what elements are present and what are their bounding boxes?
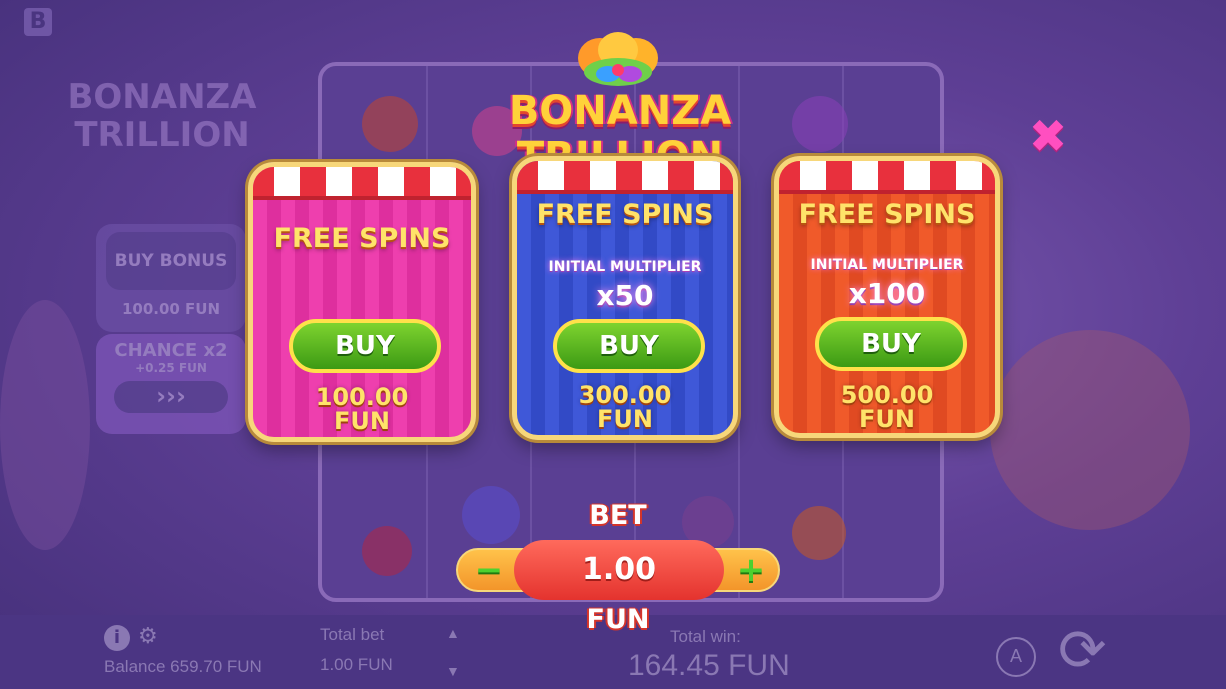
card-title: FREE SPINS [273, 223, 451, 254]
chance-label: CHANCE x2 [114, 340, 228, 361]
buy-button-100[interactable]: BUY [289, 319, 441, 373]
awning [779, 161, 995, 194]
card-price-amount: 300.00 [578, 381, 672, 409]
bet-up-arrow[interactable]: ▲ [446, 625, 460, 641]
awning [253, 167, 471, 200]
awning [517, 161, 733, 194]
clover-logo-icon [578, 32, 658, 86]
bet-plus-icon[interactable]: + [736, 553, 766, 587]
card-price-currency: FUN [597, 405, 653, 433]
total-win-value: 164.45 FUN [628, 649, 790, 682]
card-price-currency: FUN [334, 407, 390, 435]
settings-icon[interactable]: ⚙ [138, 623, 158, 649]
multiplier-value: x50 [596, 279, 654, 312]
spin-button[interactable]: ⟳ [1058, 619, 1107, 683]
multiplier-label: INITIAL MULTIPLIER [810, 257, 964, 273]
total-win-label: Total win: [670, 627, 741, 646]
free-spins-card-1: FREE SPINS BUY 100.00 FUN [248, 162, 476, 442]
card-price-amount: 100.00 [315, 383, 409, 411]
free-spins-card-2: FREE SPINS INITIAL MULTIPLIER x50 BUY 30… [512, 156, 738, 440]
buy-bonus-button[interactable]: BUY BONUS [106, 232, 236, 290]
total-bet-label: Total bet [320, 625, 385, 644]
card-title: FREE SPINS [798, 199, 976, 230]
buy-bonus-panel[interactable]: BUY BONUS 100.00 FUN [96, 224, 246, 332]
chance-panel[interactable]: CHANCE x2 +0.25 FUN ››› [96, 334, 246, 434]
chance-toggle[interactable]: ››› [114, 381, 228, 413]
bet-currency: FUN [586, 604, 650, 635]
multiplier-value: x100 [848, 277, 926, 310]
buy-bonus-price: 100.00 FUN [121, 300, 221, 318]
provider-logo: B [24, 8, 52, 36]
buy-button-300[interactable]: BUY [553, 319, 705, 373]
buy-button-500[interactable]: BUY [815, 317, 967, 371]
bet-value: 1.00 [514, 540, 724, 600]
card-price-currency: FUN [859, 405, 915, 433]
info-icon[interactable]: i [104, 625, 130, 651]
bet-down-arrow[interactable]: ▼ [446, 663, 460, 679]
free-spins-card-3: FREE SPINS INITIAL MULTIPLIER x100 BUY 5… [774, 156, 1000, 438]
bg-fruit-left [0, 300, 90, 550]
bet-minus-icon[interactable]: − [474, 553, 504, 587]
balance-text: Balance 659.70 FUN [104, 657, 262, 676]
close-icon[interactable]: ✖ [1028, 113, 1068, 159]
bg-fruit-right [990, 330, 1190, 530]
total-bet-value: 1.00 FUN [320, 655, 393, 674]
multiplier-label: INITIAL MULTIPLIER [548, 259, 702, 275]
background-logo: BONANZA TRILLION [67, 77, 257, 155]
chance-cost: +0.25 FUN [135, 361, 207, 375]
autoplay-button[interactable]: A [996, 637, 1036, 677]
bet-label: BET [589, 500, 647, 531]
card-price-amount: 500.00 [840, 381, 934, 409]
card-title: FREE SPINS [536, 199, 714, 230]
